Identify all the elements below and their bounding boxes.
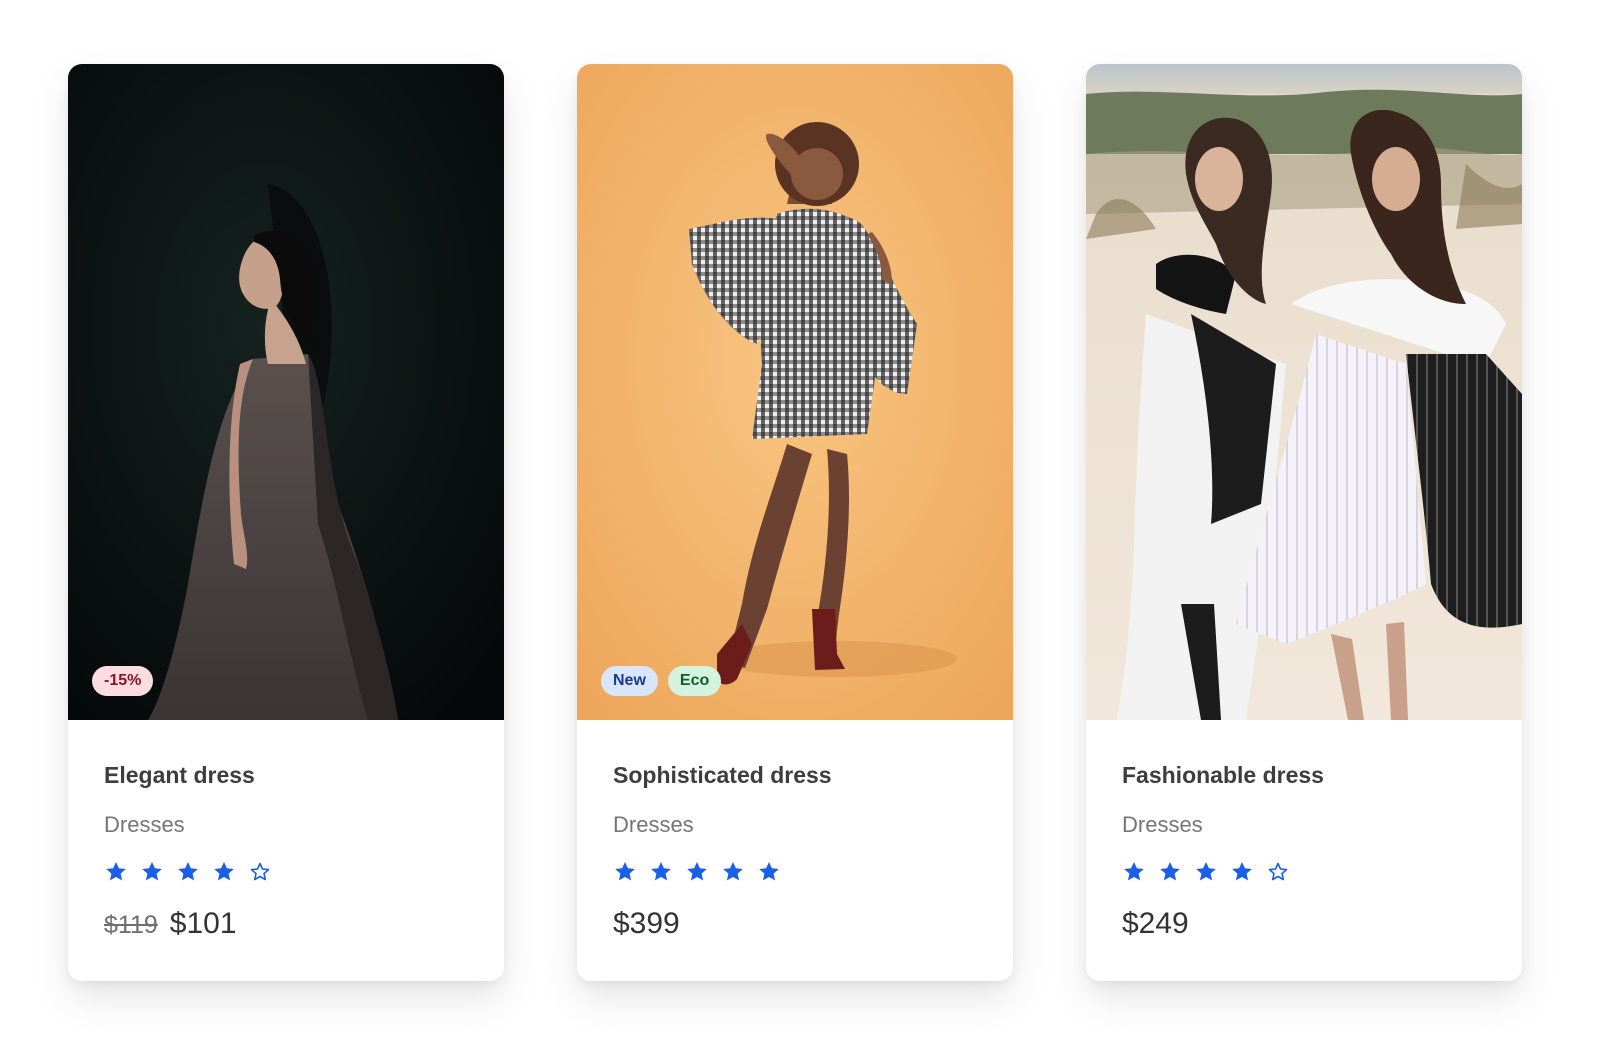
product-title[interactable]: Sophisticated dress — [613, 760, 977, 790]
product-card[interactable]: Fashionable dress Dresses $249 — [1086, 64, 1522, 981]
product-card[interactable]: New Eco Sophisticated dress Dresses $399 — [577, 64, 1013, 981]
star-rating — [1122, 860, 1486, 888]
current-price: $101 — [169, 907, 237, 940]
price-row: $399 — [613, 904, 977, 944]
star-filled-icon — [214, 862, 234, 881]
product-card[interactable]: -15% Elegant dress Dresses $119 $101 — [68, 64, 504, 981]
product-info: Elegant dress Dresses $119 $101 — [68, 720, 504, 944]
current-price: $399 — [613, 907, 680, 940]
star-filled-icon — [615, 862, 635, 881]
star-filled-icon — [106, 862, 126, 881]
product-image[interactable] — [1086, 64, 1522, 720]
original-price: $119 — [104, 911, 158, 939]
star-filled-icon — [1196, 862, 1216, 881]
product-info: Fashionable dress Dresses $249 — [1086, 720, 1522, 944]
star-filled-icon — [1232, 862, 1252, 881]
product-title[interactable]: Fashionable dress — [1122, 760, 1486, 790]
new-badge: New — [601, 666, 658, 696]
star-filled-icon — [142, 862, 162, 881]
product-category: Dresses — [1122, 812, 1203, 837]
star-filled-icon — [1124, 862, 1144, 881]
star-filled-icon — [1160, 862, 1180, 881]
product-title[interactable]: Elegant dress — [104, 760, 468, 790]
star-rating — [613, 860, 977, 888]
star-outline-icon — [250, 862, 270, 881]
badge-group: -15% — [92, 666, 154, 696]
discount-badge: -15% — [92, 666, 154, 696]
product-info: Sophisticated dress Dresses $399 — [577, 720, 1013, 944]
price-row: $119 $101 — [104, 904, 468, 944]
star-filled-icon — [687, 862, 707, 881]
badge-group: New Eco — [601, 666, 722, 696]
photo-woman-dark-gown-icon — [68, 64, 504, 720]
price-row: $249 — [1122, 904, 1486, 944]
eco-badge: Eco — [667, 666, 722, 696]
star-rating — [104, 860, 468, 888]
star-filled-icon — [178, 862, 198, 881]
product-image[interactable]: -15% — [68, 64, 504, 720]
product-category: Dresses — [613, 812, 694, 837]
star-filled-icon — [759, 862, 779, 881]
product-grid: -15% Elegant dress Dresses $119 $101 New… — [0, 0, 1597, 1044]
current-price: $249 — [1122, 907, 1189, 940]
star-outline-icon — [1268, 862, 1288, 881]
star-filled-icon — [723, 862, 743, 881]
photo-woman-gingham-dress-icon — [577, 64, 1013, 720]
star-filled-icon — [651, 862, 671, 881]
photo-two-women-beach-icon — [1086, 64, 1522, 720]
product-image[interactable]: New Eco — [577, 64, 1013, 720]
product-category: Dresses — [104, 812, 185, 837]
